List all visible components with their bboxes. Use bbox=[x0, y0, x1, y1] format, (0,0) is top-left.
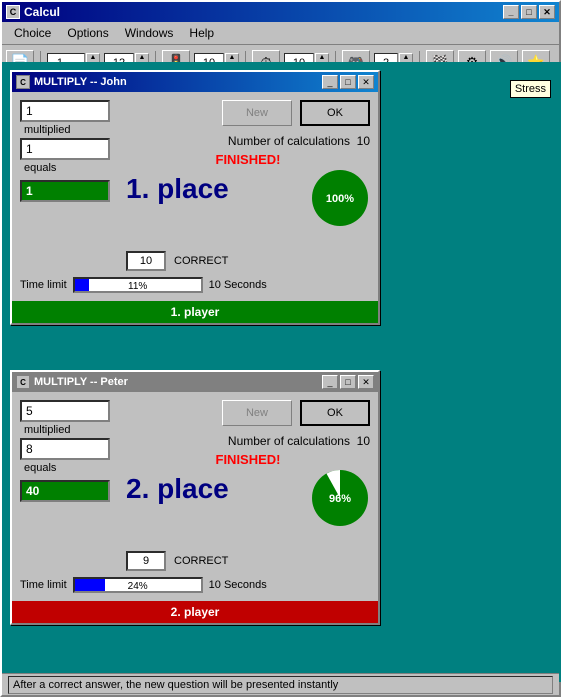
player2-icon: C bbox=[16, 375, 30, 389]
player1-equals-label: equals bbox=[24, 162, 110, 174]
player1-content: multiplied equals 1 New OK Numbe bbox=[12, 92, 378, 301]
player1-correct-row: CORRECT bbox=[126, 251, 370, 271]
player2-time-row: Time limit 24% 10 Seconds bbox=[20, 577, 370, 593]
player2-content: multiplied equals 40 New OK Numb bbox=[12, 392, 378, 601]
player2-pie-label: 96% bbox=[329, 493, 351, 505]
player1-window: C MULTIPLY -- John _ □ ✕ multiplied equa… bbox=[10, 70, 380, 325]
player2-close[interactable]: ✕ bbox=[358, 375, 374, 389]
main-title: Calcul bbox=[24, 5, 60, 19]
player1-time-seconds: 10 Seconds bbox=[209, 279, 267, 291]
player1-pie-label: 100% bbox=[326, 193, 354, 205]
player1-maximize[interactable]: □ bbox=[340, 75, 356, 89]
player1-num1-input[interactable] bbox=[20, 100, 110, 122]
player2-new-button[interactable]: New bbox=[222, 400, 292, 426]
player2-bar: 2. player bbox=[12, 601, 378, 623]
stress-tooltip: Stress bbox=[510, 80, 551, 98]
player1-title-bar: C MULTIPLY -- John _ □ ✕ bbox=[12, 72, 378, 92]
player1-time-bar: 11% bbox=[73, 277, 203, 293]
player1-ok-button[interactable]: OK bbox=[300, 100, 370, 126]
player1-correct-input[interactable] bbox=[126, 251, 166, 271]
player1-time-pct: 11% bbox=[75, 279, 201, 293]
player2-minimize[interactable]: _ bbox=[322, 375, 338, 389]
player1-pie-chart: 100% bbox=[310, 168, 370, 228]
player2-correct-row: CORRECT bbox=[126, 551, 370, 571]
player1-place-area: 1. place 100% bbox=[126, 173, 370, 243]
player1-finished: FINISHED! bbox=[126, 152, 370, 167]
player1-btn-row: New OK bbox=[126, 100, 370, 126]
main-title-bar: C Calcul _ □ ✕ bbox=[2, 2, 559, 22]
player2-finished: FINISHED! bbox=[126, 452, 370, 467]
player2-place-area: 2. place 96% bbox=[126, 473, 370, 543]
player2-title: MULTIPLY -- Peter bbox=[34, 376, 128, 388]
player1-answer-bar: 1 bbox=[20, 180, 110, 202]
spinner-1-up[interactable]: ▲ bbox=[86, 53, 100, 63]
spinner-4-up[interactable]: ▲ bbox=[315, 53, 329, 63]
player2-window: C MULTIPLY -- Peter _ □ ✕ multiplied equ… bbox=[10, 370, 380, 625]
player1-answer: 1 bbox=[26, 184, 33, 198]
spinner-2-up[interactable]: ▲ bbox=[135, 53, 149, 63]
menu-windows[interactable]: Windows bbox=[117, 24, 182, 42]
menu-bar: Choice Options Windows Help bbox=[2, 22, 559, 45]
player2-place-text: 2. place bbox=[126, 473, 229, 505]
menu-options[interactable]: Options bbox=[59, 24, 116, 42]
player2-maximize[interactable]: □ bbox=[340, 375, 356, 389]
player2-pie-chart: 96% bbox=[310, 468, 370, 528]
player2-btn-row: New OK bbox=[126, 400, 370, 426]
menu-help[interactable]: Help bbox=[181, 24, 222, 42]
work-area: C MULTIPLY -- John _ □ ✕ multiplied equa… bbox=[2, 62, 561, 682]
player1-minimize[interactable]: _ bbox=[322, 75, 338, 89]
player2-ok-button[interactable]: OK bbox=[300, 400, 370, 426]
player2-answer-bar: 40 bbox=[20, 480, 110, 502]
player2-num2-input[interactable] bbox=[20, 438, 110, 460]
player2-time-seconds: 10 Seconds bbox=[209, 579, 267, 591]
player2-correct-input[interactable] bbox=[126, 551, 166, 571]
player2-answer: 40 bbox=[26, 484, 39, 498]
player1-bar: 1. player bbox=[12, 301, 378, 323]
spinner-5-up[interactable]: ▲ bbox=[399, 53, 413, 63]
player2-time-label: Time limit bbox=[20, 579, 67, 591]
player1-icon: C bbox=[16, 75, 30, 89]
player2-time-bar: 24% bbox=[73, 577, 203, 593]
spinner-3-up[interactable]: ▲ bbox=[225, 53, 239, 63]
player1-left-col: multiplied equals 1 bbox=[20, 100, 110, 206]
player1-new-button[interactable]: New bbox=[222, 100, 292, 126]
player2-multiplied-label: multiplied bbox=[24, 424, 110, 436]
player1-calc-info: Number of calculations 10 bbox=[126, 134, 370, 148]
maximize-button[interactable]: □ bbox=[521, 5, 537, 19]
minimize-button[interactable]: _ bbox=[503, 5, 519, 19]
menu-choice[interactable]: Choice bbox=[6, 24, 59, 42]
player2-equals-label: equals bbox=[24, 462, 110, 474]
player2-num1-input[interactable] bbox=[20, 400, 110, 422]
player1-right-col: New OK Number of calculations 10 FINISHE… bbox=[126, 100, 370, 271]
player1-pie-container: 100% bbox=[310, 168, 370, 231]
player1-time-label: Time limit bbox=[20, 279, 67, 291]
player2-right-col: New OK Number of calculations 10 FINISHE… bbox=[126, 400, 370, 571]
player1-close[interactable]: ✕ bbox=[358, 75, 374, 89]
player2-calc-info: Number of calculations 10 bbox=[126, 434, 370, 448]
player1-title: MULTIPLY -- John bbox=[34, 76, 127, 88]
status-panel: After a correct answer, the new question… bbox=[8, 676, 553, 694]
player2-pie-container: 96% bbox=[310, 468, 370, 531]
player2-title-bar: C MULTIPLY -- Peter _ □ ✕ bbox=[12, 372, 378, 392]
player2-time-pct: 24% bbox=[75, 579, 201, 593]
close-button[interactable]: ✕ bbox=[539, 5, 555, 19]
player1-time-row: Time limit 11% 10 Seconds bbox=[20, 277, 370, 293]
status-text: After a correct answer, the new question… bbox=[13, 679, 338, 691]
player2-left-col: multiplied equals 40 bbox=[20, 400, 110, 506]
player1-place-text: 1. place bbox=[126, 173, 229, 205]
player1-num2-input[interactable] bbox=[20, 138, 110, 160]
player1-multiplied-label: multiplied bbox=[24, 124, 110, 136]
app-icon: C bbox=[6, 5, 20, 19]
status-bar: After a correct answer, the new question… bbox=[2, 673, 559, 695]
main-window: C Calcul _ □ ✕ Choice Options Windows He… bbox=[0, 0, 561, 697]
